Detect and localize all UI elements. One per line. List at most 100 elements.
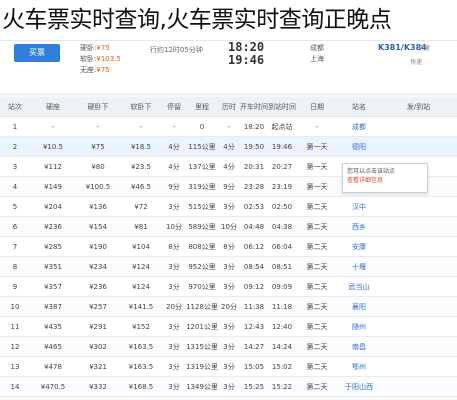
train-type-badge: 快速 (418, 45, 431, 52)
row-seq: 7 (12, 243, 18, 251)
row-station[interactable]: 鄂州 (338, 357, 380, 377)
table-row[interactable]: 5 ¥204 ¥136 ¥72 3分 515公里 3分 02:53 02:50 第二天 汉中 (0, 197, 457, 217)
row-distance: 115公里 (188, 143, 216, 151)
table-row[interactable]: 9 ¥357 ¥236 ¥124 3分 970公里 3分 09:12 09:09 第二天 武当山 (0, 277, 457, 297)
page-headline: 火车票实时查询,火车票实时查询正晚点 (2, 7, 392, 33)
row-hard-sleeper-price: ¥302 (89, 343, 107, 351)
row-departure: 08:54 (243, 263, 265, 271)
row-distance: 1319公里 (186, 363, 218, 371)
row-departure: 06:12 (243, 243, 265, 251)
row-date: 第二天 (306, 223, 328, 231)
row-duration: 3分 (223, 203, 235, 211)
row-station[interactable]: 十堰 (338, 257, 380, 277)
row-date: 第一天 (306, 183, 328, 191)
row-stop-time: 8分 (168, 243, 180, 251)
row-date: 第二天 (306, 323, 328, 331)
row-station[interactable]: 武当山 (338, 277, 380, 297)
row-distance: 1315公里 (186, 343, 218, 351)
row-soft-sleeper-price: ¥124 (132, 283, 150, 291)
table-row[interactable]: 13 ¥478 ¥321 ¥163.5 3分 1319公里 3分 15:05 15:02 第二天 鄂… (0, 357, 457, 377)
row-soft-sleeper-price: ¥163.5 (128, 343, 154, 351)
row-hard-seat-price: ¥470.5 (40, 383, 66, 391)
row-distance: 1128公里 (186, 303, 218, 311)
row-station[interactable]: 随州 (338, 317, 380, 337)
header-hard-seat: 硬座 (46, 103, 60, 111)
row-distance: 319公里 (188, 183, 216, 191)
duration-info: 行约12时05分钟 (150, 46, 203, 54)
row-date: 第二天 (306, 243, 328, 251)
row-stop-time: 4分 (168, 143, 180, 151)
row-date: 第二天 (306, 263, 328, 271)
table-row[interactable]: 7 ¥285 ¥190 ¥104 8分 808公里 8分 06:12 06:04 第二天 安康 (0, 237, 457, 257)
row-date: 第二天 (306, 363, 328, 371)
buy-ticket-button[interactable]: 买票 (14, 44, 60, 62)
row-date: 第一天 (306, 163, 328, 171)
header-duration: 历时 (222, 103, 236, 111)
row-hard-seat-price: ¥10.5 (42, 143, 64, 151)
row-duration: 3分 (223, 283, 235, 291)
row-arrival: 20:27 (271, 163, 293, 171)
origin-station[interactable]: 成都 (310, 43, 324, 54)
row-distance: 515公里 (188, 203, 216, 211)
row-stop-time: 20分 (166, 303, 182, 311)
row-hard-seat-price: ¥351 (44, 263, 62, 271)
row-stop-time: 3分 (168, 323, 180, 331)
header-stop: 停留 (167, 103, 181, 111)
row-duration: 3分 (223, 323, 235, 331)
row-departure: 04:48 (243, 223, 265, 231)
row-soft-sleeper-price: ¥23.5 (130, 163, 152, 171)
row-hard-sleeper-price: ¥321 (89, 363, 107, 371)
row-station[interactable]: 南昌 (338, 337, 380, 357)
table-row[interactable]: 2 ¥10.5 ¥75 ¥18.5 4分 115公里 4分 19:50 19:46 第一天 德阳 (0, 137, 457, 157)
table-row[interactable]: 11 ¥435 ¥291 ¥152 3分 1201公里 3分 12:43 12:40 第二天 随州 (0, 317, 457, 337)
row-seq: 6 (12, 223, 18, 231)
row-departure: 11:38 (243, 303, 265, 311)
table-row[interactable]: 12 ¥465 ¥302 ¥163.5 3分 1315公里 3分 14:27 14:24 第二天 南… (0, 337, 457, 357)
row-duration: 20分 (221, 303, 237, 311)
row-soft-sleeper-price: ¥168.5 (128, 383, 154, 391)
row-departure: 15:25 (243, 383, 265, 391)
row-departure: 20:31 (243, 163, 265, 171)
row-arrival: 06:04 (271, 243, 293, 251)
row-hard-seat-price: ¥236 (44, 223, 62, 231)
row-hard-seat-price: ¥435 (44, 323, 62, 331)
row-station[interactable]: 安康 (338, 237, 380, 257)
time-block: 18:20 19:46 (228, 41, 264, 67)
row-stop-time: 3分 (168, 263, 180, 271)
row-stop-time: 10分 (166, 223, 182, 231)
row-station[interactable]: 襄阳 (338, 297, 380, 317)
header-hard-sleeper: 硬卧下 (87, 103, 109, 111)
row-soft-sleeper-price: ¥163.5 (128, 363, 154, 371)
row-arrival: 起点站 (271, 123, 293, 131)
row-station[interactable]: 西乡 (338, 217, 380, 237)
row-arrival: 12:40 (271, 323, 293, 331)
row-date: 第一天 (306, 143, 328, 151)
row-distance: 589公里 (188, 223, 216, 231)
row-hard-sleeper-price: ¥190 (89, 243, 107, 251)
row-station[interactable]: 成都 (338, 117, 380, 137)
row-arrival: 23:19 (271, 183, 293, 191)
table-row[interactable]: 1 - - - - 0 - 18:20 起点站 - 成都 (0, 117, 457, 137)
row-stop-time: 3分 (168, 343, 180, 351)
table-row[interactable]: 14 ¥470.5 ¥332 ¥168.5 3分 1349公里 3分 15:25 15:22 第二… (0, 377, 457, 397)
destination-station[interactable]: 上海 (310, 54, 324, 65)
row-seq: 10 (10, 303, 20, 311)
row-soft-sleeper-price: ¥81 (134, 223, 148, 231)
table-row[interactable]: 8 ¥351 ¥234 ¥124 3分 952公里 3分 08:54 08:51 第二天 十堰 (0, 257, 457, 277)
table-row[interactable]: 6 ¥236 ¥154 ¥81 10分 589公里 10分 04:48 04:38 第二天 西乡 (0, 217, 457, 237)
header-soft-sleeper: 软卧下 (130, 103, 152, 111)
row-seq: 9 (12, 283, 18, 291)
row-station[interactable]: 德阳 (338, 137, 380, 157)
row-hard-sleeper-price: ¥332 (89, 383, 107, 391)
row-distance: 0 (199, 123, 205, 131)
station-tooltip: 您可以点击该站点 查看详细信息 (342, 163, 428, 193)
row-seq: 14 (10, 383, 20, 391)
price-item: 无座:¥75 (80, 66, 110, 74)
row-stop-time: - (172, 123, 176, 131)
row-station[interactable]: 于阳山西 (338, 377, 380, 397)
row-duration: 10分 (221, 223, 237, 231)
row-station[interactable]: 汉中 (338, 197, 380, 217)
table-row[interactable]: 10 ¥387 ¥257 ¥141.5 20分 1128公里 20分 11:38 11:18 第二… (0, 297, 457, 317)
row-seq: 5 (12, 203, 18, 211)
row-stop-time: 3分 (168, 383, 180, 391)
